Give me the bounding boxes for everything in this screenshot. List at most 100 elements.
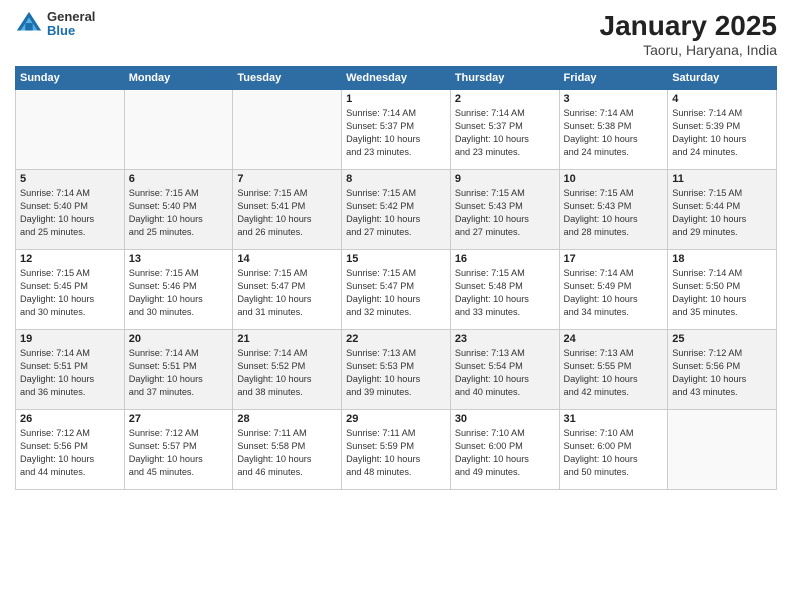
day-number: 16 [455,253,555,265]
day-info: Sunrise: 7:15 AM Sunset: 5:42 PM Dayligh… [346,187,446,239]
day-number: 12 [20,253,120,265]
day-info: Sunrise: 7:15 AM Sunset: 5:46 PM Dayligh… [129,267,229,319]
day-info: Sunrise: 7:10 AM Sunset: 6:00 PM Dayligh… [455,427,555,479]
calendar-cell: 6 Sunrise: 7:15 AM Sunset: 5:40 PM Daylig… [124,170,233,250]
calendar-cell: 19 Sunrise: 7:14 AM Sunset: 5:51 PM Dayli… [16,330,125,410]
day-number: 31 [564,413,664,425]
col-sunday: Sunday [16,67,125,90]
week-row-4: 26Sunrise: 7:12 AM Sunset: 5:56 PM Dayli… [16,410,777,490]
day-info: Sunrise: 7:14 AM Sunset: 5:38 PM Dayligh… [564,107,664,159]
day-number: 15 [346,253,446,265]
day-number: 4 [672,93,772,105]
calendar-cell: 12 Sunrise: 7:15 AM Sunset: 5:45 PM Dayli… [16,250,125,330]
calendar-header-row: Sunday Monday Tuesday Wednesday Thursday… [16,67,777,90]
page: General Blue January 2025 Taoru, Haryana… [0,0,792,612]
calendar-cell: 22Sunrise: 7:13 AM Sunset: 5:53 PM Dayli… [342,330,451,410]
calendar-cell: 2 Sunrise: 7:14 AM Sunset: 5:37 PM Daylig… [450,90,559,170]
calendar-cell: 8 Sunrise: 7:15 AM Sunset: 5:42 PM Daylig… [342,170,451,250]
week-row-2: 12 Sunrise: 7:15 AM Sunset: 5:45 PM Dayli… [16,250,777,330]
calendar-cell [16,90,125,170]
day-number: 10 [564,173,664,185]
calendar-cell: 10 Sunrise: 7:15 AM Sunset: 5:43 PM Dayli… [559,170,668,250]
calendar-cell: 30 Sunrise: 7:10 AM Sunset: 6:00 PM Dayli… [450,410,559,490]
day-info: Sunrise: 7:15 AM Sunset: 5:48 PM Dayligh… [455,267,555,319]
calendar-cell: 13 Sunrise: 7:15 AM Sunset: 5:46 PM Dayli… [124,250,233,330]
calendar-cell: 28 Sunrise: 7:11 AM Sunset: 5:58 PM Dayli… [233,410,342,490]
day-number: 7 [237,173,337,185]
calendar-cell [668,410,777,490]
day-number: 27 [129,413,229,425]
calendar-cell: 23 Sunrise: 7:13 AM Sunset: 5:54 PM Dayli… [450,330,559,410]
logo: General Blue [15,10,95,39]
day-number: 30 [455,413,555,425]
week-row-1: 5Sunrise: 7:14 AM Sunset: 5:40 PM Daylig… [16,170,777,250]
calendar-subtitle: Taoru, Haryana, India [600,42,777,58]
day-info: Sunrise: 7:13 AM Sunset: 5:55 PM Dayligh… [564,347,664,399]
day-info: Sunrise: 7:15 AM Sunset: 5:43 PM Dayligh… [455,187,555,239]
calendar-cell: 16 Sunrise: 7:15 AM Sunset: 5:48 PM Dayli… [450,250,559,330]
day-number: 13 [129,253,229,265]
calendar-cell: 15 Sunrise: 7:15 AM Sunset: 5:47 PM Dayli… [342,250,451,330]
day-info: Sunrise: 7:12 AM Sunset: 5:57 PM Dayligh… [129,427,229,479]
calendar-cell: 24 Sunrise: 7:13 AM Sunset: 5:55 PM Dayli… [559,330,668,410]
day-info: Sunrise: 7:10 AM Sunset: 6:00 PM Dayligh… [564,427,664,479]
day-info: Sunrise: 7:12 AM Sunset: 5:56 PM Dayligh… [20,427,120,479]
day-number: 23 [455,333,555,345]
day-number: 25 [672,333,772,345]
day-info: Sunrise: 7:15 AM Sunset: 5:40 PM Dayligh… [129,187,229,239]
calendar-cell: 27 Sunrise: 7:12 AM Sunset: 5:57 PM Dayli… [124,410,233,490]
day-info: Sunrise: 7:14 AM Sunset: 5:50 PM Dayligh… [672,267,772,319]
day-info: Sunrise: 7:15 AM Sunset: 5:44 PM Dayligh… [672,187,772,239]
day-info: Sunrise: 7:15 AM Sunset: 5:43 PM Dayligh… [564,187,664,239]
col-thursday: Thursday [450,67,559,90]
day-number: 11 [672,173,772,185]
day-info: Sunrise: 7:14 AM Sunset: 5:52 PM Dayligh… [237,347,337,399]
day-info: Sunrise: 7:11 AM Sunset: 5:58 PM Dayligh… [237,427,337,479]
day-number: 24 [564,333,664,345]
day-number: 9 [455,173,555,185]
calendar-cell: 5Sunrise: 7:14 AM Sunset: 5:40 PM Daylig… [16,170,125,250]
col-friday: Friday [559,67,668,90]
logo-line2: Blue [47,24,95,38]
calendar-title: January 2025 [600,10,777,42]
day-info: Sunrise: 7:14 AM Sunset: 5:49 PM Dayligh… [564,267,664,319]
day-info: Sunrise: 7:12 AM Sunset: 5:56 PM Dayligh… [672,347,772,399]
day-number: 17 [564,253,664,265]
day-info: Sunrise: 7:11 AM Sunset: 5:59 PM Dayligh… [346,427,446,479]
calendar-cell: 4Sunrise: 7:14 AM Sunset: 5:39 PM Daylig… [668,90,777,170]
day-info: Sunrise: 7:14 AM Sunset: 5:37 PM Dayligh… [455,107,555,159]
col-wednesday: Wednesday [342,67,451,90]
day-info: Sunrise: 7:15 AM Sunset: 5:45 PM Dayligh… [20,267,120,319]
day-number: 21 [237,333,337,345]
calendar-cell: 14Sunrise: 7:15 AM Sunset: 5:47 PM Dayli… [233,250,342,330]
day-number: 1 [346,93,446,105]
day-number: 8 [346,173,446,185]
day-info: Sunrise: 7:14 AM Sunset: 5:37 PM Dayligh… [346,107,446,159]
logo-icon [15,10,43,38]
day-info: Sunrise: 7:14 AM Sunset: 5:51 PM Dayligh… [20,347,120,399]
calendar-cell: 29 Sunrise: 7:11 AM Sunset: 5:59 PM Dayli… [342,410,451,490]
logo-line1: General [47,10,95,24]
week-row-0: 1 Sunrise: 7:14 AM Sunset: 5:37 PM Daylig… [16,90,777,170]
logo-text: General Blue [47,10,95,39]
day-number: 28 [237,413,337,425]
calendar-cell: 21 Sunrise: 7:14 AM Sunset: 5:52 PM Dayli… [233,330,342,410]
day-number: 29 [346,413,446,425]
calendar-table: Sunday Monday Tuesday Wednesday Thursday… [15,66,777,490]
day-number: 18 [672,253,772,265]
day-info: Sunrise: 7:14 AM Sunset: 5:40 PM Dayligh… [20,187,120,239]
calendar-cell: 18 Sunrise: 7:14 AM Sunset: 5:50 PM Dayli… [668,250,777,330]
day-info: Sunrise: 7:15 AM Sunset: 5:47 PM Dayligh… [346,267,446,319]
day-info: Sunrise: 7:13 AM Sunset: 5:53 PM Dayligh… [346,347,446,399]
day-number: 6 [129,173,229,185]
calendar-cell: 9 Sunrise: 7:15 AM Sunset: 5:43 PM Daylig… [450,170,559,250]
calendar-cell: 20 Sunrise: 7:14 AM Sunset: 5:51 PM Dayli… [124,330,233,410]
calendar-cell: 11 Sunrise: 7:15 AM Sunset: 5:44 PM Dayli… [668,170,777,250]
calendar-cell: 7Sunrise: 7:15 AM Sunset: 5:41 PM Daylig… [233,170,342,250]
day-number: 2 [455,93,555,105]
day-info: Sunrise: 7:13 AM Sunset: 5:54 PM Dayligh… [455,347,555,399]
day-info: Sunrise: 7:14 AM Sunset: 5:51 PM Dayligh… [129,347,229,399]
day-number: 19 [20,333,120,345]
calendar-cell: 25 Sunrise: 7:12 AM Sunset: 5:56 PM Dayli… [668,330,777,410]
day-number: 20 [129,333,229,345]
